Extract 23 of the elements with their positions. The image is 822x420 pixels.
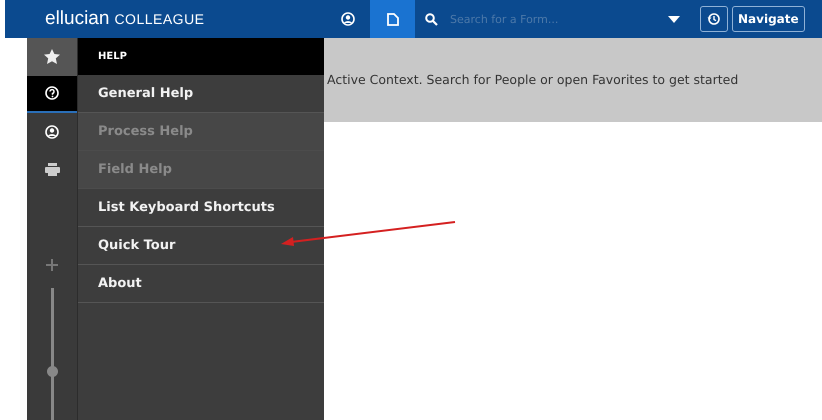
help-icon bbox=[45, 86, 59, 100]
brand-logo-text: ellucian bbox=[45, 8, 110, 30]
sidebar-button[interactable] bbox=[27, 76, 77, 113]
sidebar-button[interactable] bbox=[27, 38, 77, 76]
star-icon bbox=[44, 49, 60, 64]
navigate-button[interactable]: Navigate bbox=[732, 6, 805, 32]
plus-icon[interactable] bbox=[46, 259, 58, 271]
history-icon bbox=[707, 12, 721, 26]
menu-title: HELP bbox=[78, 38, 324, 75]
toolbar-tab[interactable] bbox=[370, 0, 415, 38]
slider-thumb[interactable] bbox=[46, 366, 58, 378]
person-icon bbox=[45, 124, 59, 139]
menu-item[interactable]: About bbox=[78, 265, 324, 303]
search-field[interactable]: Search for a Form... bbox=[448, 12, 652, 26]
person-icon bbox=[340, 12, 354, 26]
document-icon bbox=[386, 12, 398, 26]
product-name: COLLEAGUE bbox=[114, 11, 205, 27]
banner-text: Active Context. Search for People or open Favorites to get started bbox=[327, 72, 738, 87]
search-icon bbox=[425, 12, 438, 26]
history-button[interactable] bbox=[700, 6, 728, 32]
printer-icon bbox=[44, 162, 60, 176]
menu-item[interactable]: List Keyboard Shortcuts bbox=[78, 189, 324, 227]
caret-icon[interactable] bbox=[668, 16, 680, 22]
